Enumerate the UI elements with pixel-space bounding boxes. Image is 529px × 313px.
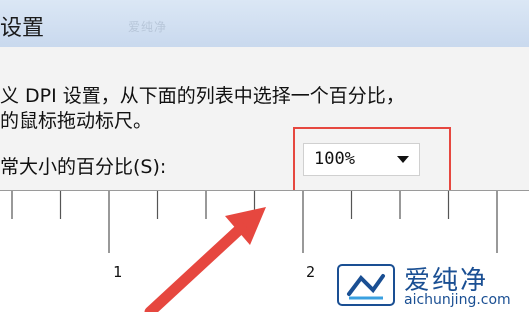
scale-percentage-label: 常大小的百分比(S): — [0, 156, 167, 178]
ruler-number-1: 1 — [113, 263, 123, 281]
window-titlebar: 设置 爱纯净 — [0, 0, 529, 48]
logo-icon — [337, 264, 395, 306]
logo-mark-icon — [347, 274, 385, 300]
watermark-logo: 爱纯净 aichunjing.com — [330, 258, 529, 312]
watermark-faint-text: 爱纯净 — [128, 20, 168, 34]
highlight-box — [293, 127, 451, 199]
window-title: 设置 — [0, 16, 45, 41]
instruction-line-1: 义 DPI 设置，从下面的列表中选择一个百分比， — [0, 85, 405, 107]
watermark-url: aichunjing.com — [404, 292, 511, 308]
ruler-number-2: 2 — [306, 263, 316, 281]
